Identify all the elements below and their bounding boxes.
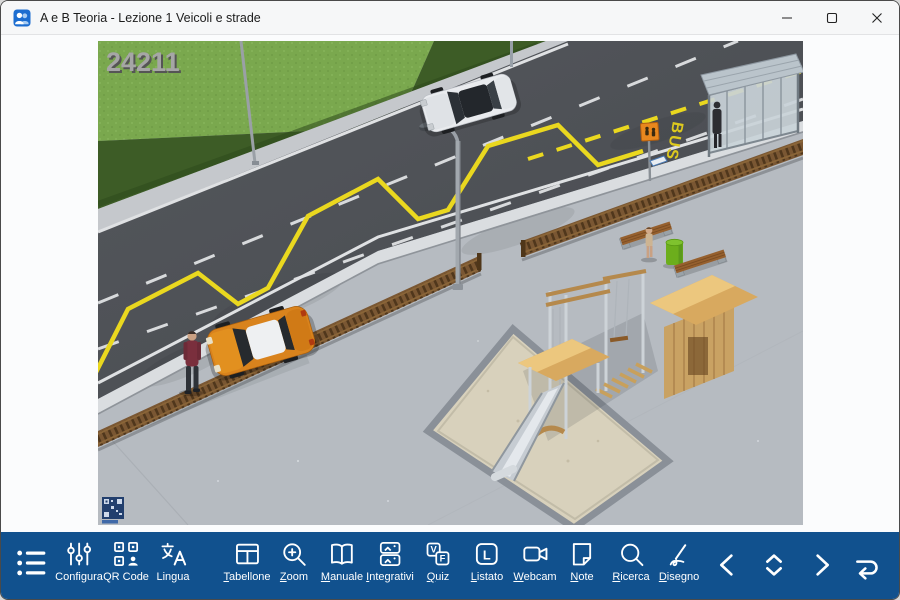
menu-list-icon	[14, 546, 48, 580]
toolbar-label: Disegno	[659, 571, 699, 583]
minimize-button[interactable]	[764, 1, 809, 34]
svg-text:F: F	[440, 553, 446, 563]
toolbar-label: Integrativi	[366, 571, 414, 583]
list-letter-icon: L	[473, 540, 501, 568]
maximize-button[interactable]	[809, 1, 854, 34]
toolbar-label: QR Code	[103, 571, 149, 583]
toolbar-label: Tabellone	[223, 571, 270, 583]
toolbar-label: Quiz	[424, 571, 452, 583]
close-icon	[871, 12, 883, 24]
toolbar-lingua[interactable]: Lingua	[156, 540, 189, 583]
title-bar: A e B Teoria - Lezione 1 Veicoli e strad…	[1, 1, 899, 35]
note-page-icon	[568, 540, 596, 568]
toolbar-quiz[interactable]: V F Quiz	[424, 540, 452, 583]
pole	[510, 41, 513, 67]
toolbar-zoom[interactable]: Zoom	[280, 540, 308, 583]
qr-code-icon	[112, 540, 140, 568]
toolbar-tabellone[interactable]: Tabellone	[223, 540, 270, 583]
toolbar-label: Zoom	[280, 571, 308, 583]
manual-book-icon	[328, 540, 356, 568]
toolbar-ricerca[interactable]: Ricerca	[612, 540, 649, 583]
app-people-icon	[13, 9, 31, 27]
nav-previous-button[interactable]	[712, 549, 744, 586]
chevrons-up-down-icon	[758, 549, 790, 581]
toolbar-note[interactable]: Note	[568, 540, 596, 583]
toolbar-label: Ricerca	[612, 571, 649, 583]
window-title: A e B Teoria - Lezione 1 Veicoli e strad…	[40, 11, 261, 25]
toolbar-disegno[interactable]: Disegno	[659, 540, 699, 583]
return-arrow-icon	[850, 549, 882, 581]
language-translate-icon	[159, 540, 187, 568]
svg-text:24211: 24211	[106, 47, 180, 77]
quiz-vf-icon: V F	[424, 540, 452, 568]
bottom-toolbar: Configura QR Code Lingua	[1, 532, 899, 599]
app-window: A e B Teoria - Lezione 1 Veicoli e strad…	[0, 0, 900, 600]
search-icon	[617, 540, 645, 568]
toolbar-label: Webcam	[513, 571, 556, 583]
toolbar-qr-code[interactable]: QR Code	[103, 540, 149, 583]
pole-base	[252, 161, 259, 165]
chevron-left-icon	[712, 549, 744, 581]
toolbar-integrativi[interactable]: Integrativi	[366, 540, 414, 583]
nav-expand-button[interactable]	[758, 549, 790, 586]
zoom-in-icon	[280, 540, 308, 568]
toolbar-configura[interactable]: Configura	[55, 540, 103, 583]
toolbar-label: Manuale	[321, 571, 363, 583]
toolbar-label: Configura	[55, 571, 103, 583]
nav-next-button[interactable]	[805, 549, 837, 586]
nav-return-button[interactable]	[850, 549, 882, 586]
toolbar-label: Lingua	[156, 571, 189, 583]
board-grid-icon	[233, 540, 261, 568]
toolbar-label: Listato	[471, 571, 503, 583]
menu-button[interactable]	[14, 546, 48, 585]
close-button[interactable]	[854, 1, 899, 34]
lesson-scene-image[interactable]: BUS	[98, 41, 803, 525]
integrative-images-icon	[376, 540, 404, 568]
draw-pen-icon	[665, 540, 693, 568]
toolbar-label: Note	[568, 571, 596, 583]
toolbar-webcam[interactable]: Webcam	[513, 540, 556, 583]
window-controls	[764, 1, 899, 34]
chevron-right-icon	[805, 549, 837, 581]
scene-id-label: 24211 24211	[106, 47, 182, 79]
toolbar-listato[interactable]: L Listato	[471, 540, 503, 583]
webcam-icon	[521, 540, 549, 568]
toolbar-manuale[interactable]: Manuale	[321, 540, 363, 583]
maximize-icon	[826, 12, 838, 24]
minimize-icon	[781, 12, 793, 24]
configure-sliders-icon	[65, 540, 93, 568]
svg-text:L: L	[483, 547, 491, 562]
content-area: BUS	[1, 35, 899, 532]
